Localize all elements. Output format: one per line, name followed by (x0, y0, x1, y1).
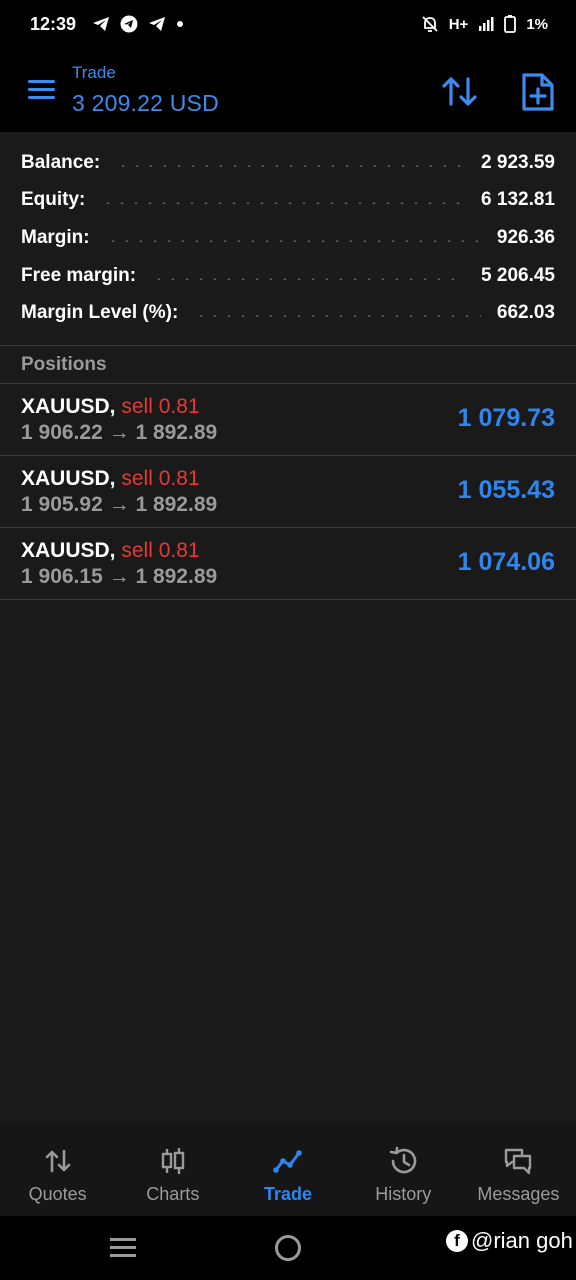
margin-label: Margin: (21, 226, 90, 248)
dot-leader (105, 239, 481, 242)
network-type: H+ (448, 15, 469, 33)
telegram-icon (149, 17, 166, 31)
position-title: XAUUSD, sell 0.81 (21, 395, 200, 419)
position-side: sell 0.81 (121, 395, 200, 418)
nav-label: History (375, 1184, 432, 1204)
free-margin-value: 5 206.45 (481, 264, 555, 286)
status-time: 12:39 (30, 13, 77, 34)
equity-label: Equity: (21, 189, 86, 211)
recents-icon[interactable] (110, 1238, 136, 1258)
margin-level-label: Margin Level (%): (21, 302, 179, 324)
position-symbol: XAUUSD, (21, 539, 116, 562)
dot-leader (101, 202, 466, 205)
dot-leader (116, 164, 466, 167)
open-price: 1 905.92 (21, 493, 103, 516)
margin-value: 926.36 (496, 226, 555, 248)
battery-icon (504, 15, 517, 33)
position-profit: 1 074.06 (457, 548, 555, 576)
position-row[interactable]: XAUUSD, sell 0.81 1 906.15 → 1 892.89 1 … (0, 528, 576, 600)
system-nav-bar: f @rian goh (0, 1216, 576, 1280)
history-icon (389, 1146, 417, 1174)
open-price: 1 906.22 (21, 421, 103, 444)
position-profit: 1 055.43 (457, 476, 555, 504)
nav-messages[interactable]: Messages (461, 1124, 576, 1216)
position-side: sell 0.81 (121, 467, 200, 490)
menu-icon[interactable] (26, 78, 58, 102)
position-symbol: XAUUSD, (21, 467, 116, 490)
nav-label: Trade (263, 1184, 313, 1204)
summary-row-margin: Margin: 926.36 (0, 219, 576, 257)
position-prices: 1 906.22 → 1 892.89 (21, 421, 217, 445)
arrow-icon: → (108, 565, 130, 588)
nav-label: Messages (477, 1184, 560, 1204)
signal-icon (479, 17, 494, 31)
app-toolbar: Trade 3 209.22 USD (0, 48, 576, 132)
notification-icons (92, 15, 184, 33)
facebook-icon: f (446, 1230, 468, 1252)
nav-charts[interactable]: Charts (115, 1124, 230, 1216)
position-row[interactable]: XAUUSD, sell 0.81 1 905.92 → 1 892.89 1 … (0, 456, 576, 528)
nav-history[interactable]: History (346, 1124, 461, 1216)
watermark: f @rian goh (446, 1228, 573, 1254)
system-status: H+ 1% (421, 15, 548, 33)
equity-value: 6 132.81 (481, 189, 555, 211)
arrow-icon: → (108, 493, 130, 516)
nav-quotes[interactable]: Quotes (0, 1124, 115, 1216)
quotes-icon (45, 1149, 70, 1173)
nav-label: Charts (146, 1184, 200, 1204)
candlestick-icon (161, 1148, 184, 1174)
current-price: 1 892.89 (135, 565, 218, 588)
summary-row-margin-level: Margin Level (%): 662.03 (0, 294, 576, 332)
account-profit: 3 209.22 USD (72, 90, 219, 116)
open-price: 1 906.15 (21, 565, 103, 588)
mute-bell-icon (422, 16, 438, 32)
trade-line-icon (273, 1150, 302, 1173)
account-summary: Balance: 2 923.59 Equity: 6 132.81 Margi… (0, 132, 576, 346)
new-order-icon[interactable] (518, 70, 558, 114)
page-title: Trade (72, 63, 116, 82)
summary-row-balance: Balance: 2 923.59 (0, 144, 576, 182)
position-title: XAUUSD, sell 0.81 (21, 467, 200, 491)
sort-icon[interactable] (438, 70, 482, 114)
bottom-nav: Quotes Charts Trade History Messages (0, 1124, 576, 1216)
current-price: 1 892.89 (135, 421, 218, 444)
position-title: XAUUSD, sell 0.81 (21, 539, 200, 563)
current-price: 1 892.89 (135, 493, 218, 516)
dot-icon (177, 21, 184, 27)
free-margin-label: Free margin: (21, 264, 137, 286)
nav-trade[interactable]: Trade (230, 1124, 345, 1216)
home-icon[interactable] (275, 1235, 301, 1261)
nav-label: Quotes (28, 1184, 87, 1204)
position-side: sell 0.81 (121, 539, 200, 562)
battery-level: 1% (526, 15, 548, 33)
position-profit: 1 079.73 (457, 404, 555, 432)
status-bar: 12:39 H+ 1% (0, 0, 576, 48)
positions-list: XAUUSD, sell 0.81 1 906.22 → 1 892.89 1 … (0, 384, 576, 600)
watermark-text: @rian goh (471, 1228, 573, 1253)
positions-header: Positions (0, 346, 576, 384)
dot-leader (194, 315, 481, 318)
summary-row-free-margin: Free margin: 5 206.45 (0, 257, 576, 295)
position-prices: 1 906.15 → 1 892.89 (21, 565, 217, 589)
telegram-icon (93, 17, 110, 31)
position-symbol: XAUUSD, (21, 395, 116, 418)
position-row[interactable]: XAUUSD, sell 0.81 1 906.22 → 1 892.89 1 … (0, 384, 576, 456)
dot-leader (152, 277, 466, 280)
summary-row-equity: Equity: 6 132.81 (0, 182, 576, 220)
balance-value: 2 923.59 (481, 151, 555, 173)
position-prices: 1 905.92 → 1 892.89 (21, 493, 217, 517)
arrow-icon: → (108, 421, 130, 444)
margin-level-value: 662.03 (496, 302, 555, 324)
balance-label: Balance: (21, 151, 101, 173)
telegram-circle-icon (120, 15, 138, 33)
messages-icon (505, 1148, 532, 1175)
